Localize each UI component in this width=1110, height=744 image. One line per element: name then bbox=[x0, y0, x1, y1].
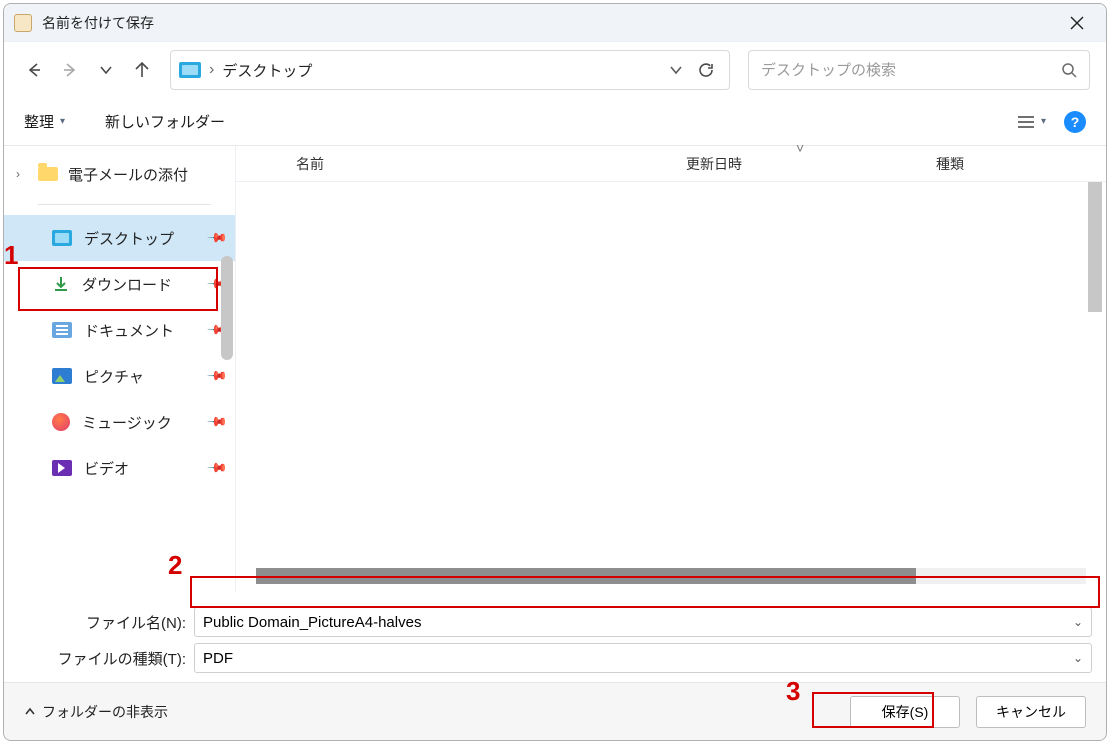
chevron-down-icon[interactable]: ⌄ bbox=[1073, 651, 1083, 665]
sidebar: › 電子メールの添付 デスクトップ 📌 ダウンロード 📌 bbox=[4, 146, 236, 592]
hide-folders-toggle[interactable]: フォルダーの非表示 bbox=[24, 702, 168, 722]
nav-row: › デスクトップ bbox=[4, 42, 1106, 98]
chevron-up-icon bbox=[24, 706, 36, 718]
chevron-right-icon[interactable]: › bbox=[16, 167, 20, 181]
vertical-scrollbar[interactable] bbox=[1088, 182, 1102, 312]
file-pane: ˅ 名前 更新日時 種類 bbox=[236, 146, 1106, 592]
sidebar-item-label: ダウンロード bbox=[82, 274, 172, 295]
quick-access-list: デスクトップ 📌 ダウンロード 📌 ドキュメント 📌 bbox=[4, 215, 235, 491]
folder-icon bbox=[38, 167, 58, 181]
music-icon bbox=[52, 413, 70, 431]
titlebar: 名前を付けて保存 bbox=[4, 4, 1106, 42]
breadcrumb-separator-icon: › bbox=[209, 61, 214, 79]
column-header-name[interactable]: 名前 bbox=[236, 154, 676, 174]
sidebar-item-music[interactable]: ミュージック 📌 bbox=[4, 399, 235, 445]
filename-input[interactable]: Public Domain_PictureA4-halves ⌄ bbox=[194, 607, 1092, 637]
divider bbox=[38, 204, 211, 205]
arrow-up-icon bbox=[133, 61, 151, 79]
footer: フォルダーの非表示 保存(S) キャンセル bbox=[4, 682, 1106, 740]
search-box[interactable] bbox=[748, 50, 1090, 90]
pin-icon: 📌 bbox=[206, 365, 229, 388]
sidebar-item-documents[interactable]: ドキュメント 📌 bbox=[4, 307, 235, 353]
recent-button[interactable] bbox=[92, 56, 120, 84]
forward-button[interactable] bbox=[56, 56, 84, 84]
refresh-icon[interactable] bbox=[697, 61, 715, 79]
address-bar[interactable]: › デスクトップ bbox=[170, 50, 730, 90]
column-headers: ˅ 名前 更新日時 種類 bbox=[236, 146, 1106, 182]
column-header-date[interactable]: 更新日時 bbox=[676, 154, 906, 174]
sidebar-scrollbar[interactable] bbox=[221, 256, 233, 360]
caret-down-icon: ▾ bbox=[1041, 116, 1046, 127]
list-view-icon bbox=[1017, 115, 1035, 129]
horizontal-scrollbar-thumb[interactable] bbox=[256, 568, 916, 584]
filename-value: Public Domain_PictureA4-halves bbox=[203, 614, 421, 631]
sidebar-item-downloads[interactable]: ダウンロード 📌 bbox=[4, 261, 235, 307]
pin-icon: 📌 bbox=[206, 457, 229, 480]
help-button[interactable]: ? bbox=[1064, 111, 1086, 133]
question-icon: ? bbox=[1071, 114, 1080, 130]
sidebar-item-label: デスクトップ bbox=[84, 228, 174, 249]
sidebar-item-label: ピクチャ bbox=[84, 366, 144, 387]
view-mode-button[interactable]: ▾ bbox=[1017, 115, 1046, 129]
arrow-right-icon bbox=[61, 61, 79, 79]
pin-icon: 📌 bbox=[206, 227, 229, 250]
back-button[interactable] bbox=[20, 56, 48, 84]
sidebar-item-label: ミュージック bbox=[82, 412, 172, 433]
hide-folders-label: フォルダーの非表示 bbox=[42, 702, 168, 722]
new-folder-button[interactable]: 新しいフォルダー bbox=[105, 111, 225, 132]
filetype-row: ファイルの種類(T): PDF ⌄ bbox=[18, 640, 1092, 676]
tree-item-label: 電子メールの添付 bbox=[68, 164, 188, 185]
chevron-down-icon[interactable] bbox=[669, 63, 683, 77]
chevron-down-icon[interactable]: ⌄ bbox=[1073, 615, 1083, 629]
filetype-label: ファイルの種類(T): bbox=[18, 648, 186, 669]
app-icon bbox=[14, 14, 32, 32]
sidebar-item-label: ビデオ bbox=[84, 458, 129, 479]
desktop-icon bbox=[179, 62, 201, 78]
download-icon bbox=[52, 275, 70, 293]
close-button[interactable] bbox=[1054, 8, 1100, 38]
save-as-dialog: 名前を付けて保存 › デスクトップ bbox=[3, 3, 1107, 741]
filename-fields: ファイル名(N): Public Domain_PictureA4-halves… bbox=[4, 592, 1106, 682]
filetype-value: PDF bbox=[203, 650, 233, 667]
search-input[interactable] bbox=[761, 62, 1061, 79]
main-area: › 電子メールの添付 デスクトップ 📌 ダウンロード 📌 bbox=[4, 146, 1106, 592]
video-icon bbox=[52, 460, 72, 476]
organize-label: 整理 bbox=[24, 111, 54, 132]
document-icon bbox=[52, 322, 72, 338]
picture-icon bbox=[52, 368, 72, 384]
window-title: 名前を付けて保存 bbox=[42, 13, 154, 33]
up-button[interactable] bbox=[128, 56, 156, 84]
chevron-down-icon bbox=[99, 63, 113, 77]
arrow-left-icon bbox=[25, 61, 43, 79]
filename-row: ファイル名(N): Public Domain_PictureA4-halves… bbox=[18, 604, 1092, 640]
pin-icon: 📌 bbox=[206, 411, 229, 434]
filename-label: ファイル名(N): bbox=[18, 612, 186, 633]
caret-down-icon: ▾ bbox=[60, 116, 65, 127]
sidebar-item-videos[interactable]: ビデオ 📌 bbox=[4, 445, 235, 491]
file-list[interactable] bbox=[236, 182, 1106, 592]
sort-indicator-icon: ˅ bbox=[796, 140, 804, 156]
toolbar: 整理 ▾ 新しいフォルダー ▾ ? bbox=[4, 98, 1106, 146]
close-icon bbox=[1070, 16, 1084, 30]
new-folder-label: 新しいフォルダー bbox=[105, 111, 225, 132]
sidebar-item-pictures[interactable]: ピクチャ 📌 bbox=[4, 353, 235, 399]
desktop-icon bbox=[52, 230, 72, 246]
cancel-button[interactable]: キャンセル bbox=[976, 696, 1086, 728]
breadcrumb-current[interactable]: デスクトップ bbox=[222, 60, 661, 81]
organize-menu[interactable]: 整理 ▾ bbox=[24, 111, 65, 132]
search-icon bbox=[1061, 62, 1077, 78]
save-button[interactable]: 保存(S) bbox=[850, 696, 960, 728]
sidebar-item-desktop[interactable]: デスクトップ 📌 bbox=[4, 215, 235, 261]
filetype-select[interactable]: PDF ⌄ bbox=[194, 643, 1092, 673]
column-header-type[interactable]: 種類 bbox=[906, 154, 1106, 174]
sidebar-item-label: ドキュメント bbox=[84, 320, 174, 341]
tree-item-email-attachments[interactable]: › 電子メールの添付 bbox=[4, 154, 235, 194]
